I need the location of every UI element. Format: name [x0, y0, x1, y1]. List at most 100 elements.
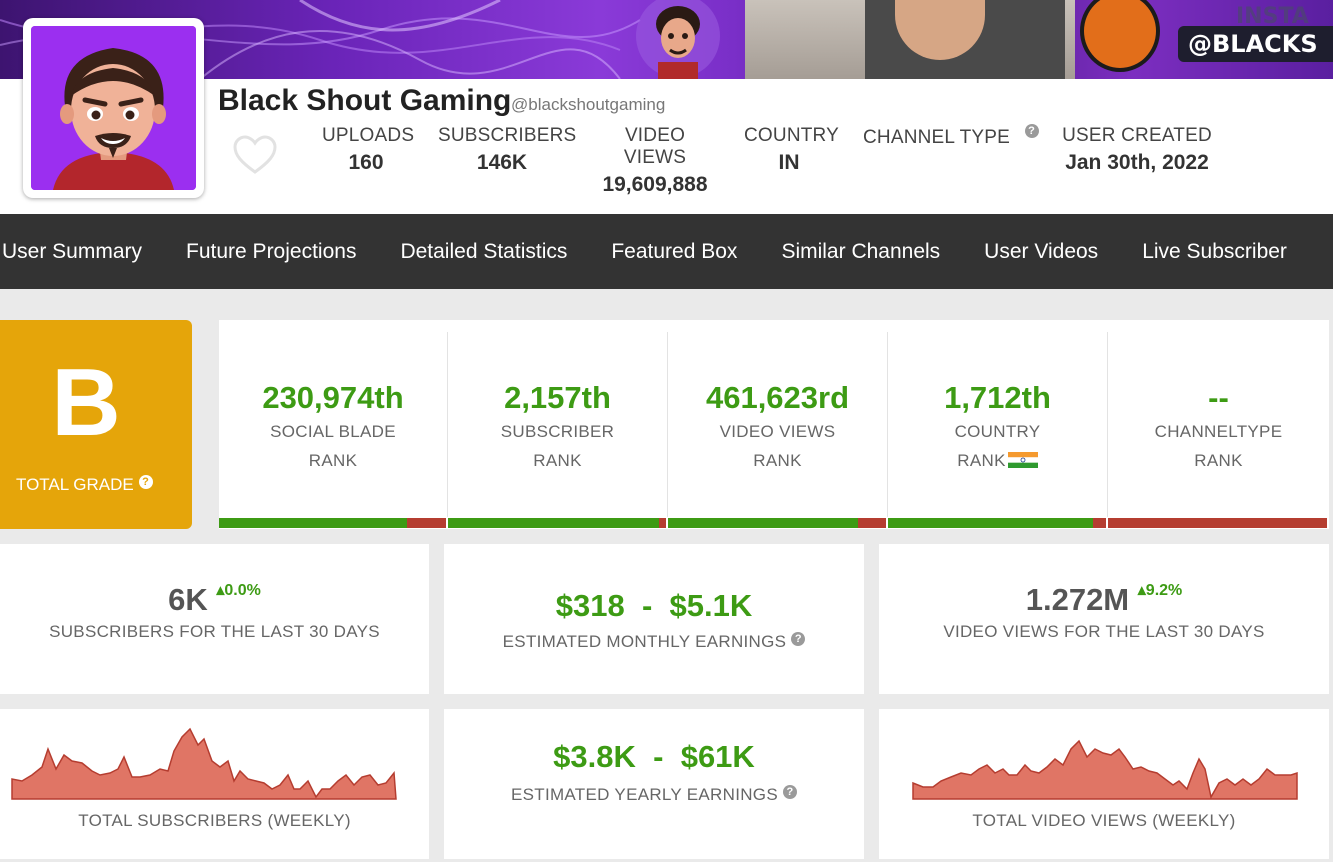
- rank-bar-fill: [448, 518, 660, 528]
- video-views-30-days-card: 1.272M ▴9.2% VIDEO VIEWS FOR THE LAST 30…: [879, 544, 1329, 694]
- stat-value: IN: [778, 151, 800, 174]
- rank-label: RANK: [533, 451, 582, 470]
- banner-handle-text: @BLACKS: [1178, 26, 1333, 62]
- rank-label: COUNTRY: [954, 422, 1041, 441]
- rank-bar: [1108, 518, 1327, 528]
- video-views-30-days-caption: VIDEO VIEWS FOR THE LAST 30 DAYS: [943, 622, 1265, 641]
- yearly-earnings-high: $61K: [680, 739, 755, 774]
- video-views-sparkline: [912, 739, 1298, 800]
- nav-detailed-statistics[interactable]: Detailed Statistics: [378, 240, 589, 264]
- metric-value-row: 6K ▴0.0%: [0, 582, 429, 618]
- arrow-up-icon: ▴: [1137, 582, 1146, 599]
- stat-value: Jan 30th, 2022: [1065, 151, 1209, 174]
- rank-bar-fill: [219, 518, 408, 528]
- total-subscribers-weekly-caption: TOTAL SUBSCRIBERS (WEEKLY): [78, 811, 351, 830]
- avatar[interactable]: [23, 18, 204, 198]
- nav-future-projections[interactable]: Future Projections: [164, 240, 378, 264]
- range-separator: -: [641, 588, 653, 623]
- rank-label: SOCIAL BLADE: [270, 422, 396, 441]
- range-separator: -: [653, 739, 664, 774]
- help-icon[interactable]: ?: [1024, 124, 1039, 138]
- rank-channel-type: -- CHANNELTYPE RANK: [1108, 332, 1329, 517]
- grade-label: TOTAL GRADE: [16, 475, 134, 494]
- help-icon[interactable]: ?: [783, 785, 797, 799]
- rank-label: RANK: [1194, 451, 1243, 470]
- main-nav: User Summary Future Projections Detailed…: [0, 214, 1333, 289]
- subscribers-30-days-card: 6K ▴0.0% SUBSCRIBERS FOR THE LAST 30 DAY…: [0, 544, 429, 694]
- video-views-30-days-value: 1.272M: [1025, 582, 1130, 617]
- stat-label: USER CREATED: [1062, 125, 1212, 146]
- rank-bar-fill: [888, 518, 1093, 528]
- total-video-views-weekly-caption: TOTAL VIDEO VIEWS (WEEKLY): [972, 811, 1236, 830]
- nav-user-summary[interactable]: User Summary: [0, 240, 164, 264]
- heart-icon[interactable]: [232, 134, 278, 176]
- rank-subscriber: 2,157th SUBSCRIBER RANK: [448, 332, 667, 517]
- nav-featured-box[interactable]: Featured Box: [589, 240, 759, 264]
- rank-bar: [668, 518, 886, 528]
- total-grade-card: B TOTAL GRADE ?: [0, 320, 192, 529]
- monthly-earnings-card: $318 - $5.1K ESTIMATED MONTHLY EARNINGS …: [444, 544, 864, 694]
- rank-social-blade: 230,974th SOCIAL BLADE RANK: [219, 332, 447, 517]
- stat-label: VIDEO VIEWS: [623, 125, 687, 168]
- stat-label: COUNTRY: [744, 125, 839, 146]
- stat-video-views: VIDEO VIEWS 19,609,888: [594, 125, 716, 197]
- avatar-image: [31, 26, 196, 190]
- monthly-earnings-high: $5.1K: [669, 588, 753, 623]
- rank-label: VIDEO VIEWS: [719, 422, 836, 441]
- stat-label: UPLOADS: [322, 125, 415, 146]
- yearly-earnings-card: $3.8K - $61K ESTIMATED YEARLY EARNINGS ?: [444, 709, 864, 859]
- rank-bar: [219, 518, 446, 528]
- metric-value-row: $3.8K - $61K: [444, 739, 864, 775]
- total-video-views-weekly-card[interactable]: TOTAL VIDEO VIEWS (WEEKLY): [879, 709, 1329, 859]
- grade-letter: B: [51, 349, 121, 456]
- caption-row: ESTIMATED MONTHLY EARNINGS ?: [444, 632, 864, 652]
- rank-label-row: RANK: [888, 447, 1107, 474]
- monthly-earnings-low: $318: [555, 588, 625, 623]
- rank-bar-fill: [668, 518, 858, 528]
- banner-avatar-image: [636, 0, 720, 79]
- rank-video-views: 461,623rd VIDEO VIEWS RANK: [668, 332, 887, 517]
- subscribers-sparkline: [11, 727, 397, 800]
- change-row: ▴0.0%: [216, 582, 261, 599]
- rank-value: 1,712th: [944, 380, 1051, 415]
- rank-value: 461,623rd: [705, 380, 850, 415]
- rank-bar: [448, 518, 666, 528]
- yearly-earnings-low: $3.8K: [553, 739, 636, 774]
- stat-channel-type: CHANNEL TYPE ?: [863, 124, 1043, 153]
- subscribers-30-days-value: 6K: [168, 582, 208, 617]
- rank-label: CHANNELTYPE: [1154, 422, 1283, 441]
- banner-person-image: [745, 0, 1075, 79]
- help-icon[interactable]: ?: [791, 632, 806, 646]
- india-flag-icon: [1007, 452, 1038, 468]
- total-subscribers-weekly-card[interactable]: TOTAL SUBSCRIBERS (WEEKLY): [0, 709, 429, 859]
- grade-label-row: TOTAL GRADE ?: [16, 475, 153, 495]
- stat-label: SUBSCRIBERS: [438, 125, 577, 146]
- stat-uploads: UPLOADS 160: [322, 125, 415, 175]
- nav-user-videos[interactable]: User Videos: [962, 240, 1120, 264]
- rank-country: 1,712th COUNTRY RANK: [888, 332, 1107, 517]
- rank-value: 230,974th: [262, 380, 404, 415]
- rank-bar: [888, 518, 1106, 528]
- rank-label: RANK: [753, 451, 802, 470]
- rank-label: SUBSCRIBER: [500, 422, 615, 441]
- nav-live-subscriber[interactable]: Live Subscriber: [1120, 240, 1309, 264]
- stat-label: CHANNEL TYPE: [863, 127, 1011, 148]
- metric-value-row: 1.272M ▴9.2%: [879, 582, 1329, 618]
- video-views-change: 9.2%: [1145, 582, 1183, 599]
- rank-label: RANK: [957, 451, 1006, 470]
- channel-handle: @blackshoutgaming: [511, 95, 666, 114]
- stat-value: 19,609,888: [602, 173, 708, 196]
- subscribers-change: 0.0%: [224, 582, 261, 599]
- stat-country: COUNTRY IN: [744, 125, 839, 175]
- caption-row: ESTIMATED YEARLY EARNINGS ?: [444, 785, 864, 805]
- nav-similar-channels[interactable]: Similar Channels: [759, 240, 962, 264]
- stat-value: 160: [348, 151, 384, 174]
- stat-value: 146K: [476, 151, 528, 174]
- stat-subscribers: SUBSCRIBERS 146K: [438, 125, 577, 175]
- rank-value: --: [1208, 380, 1229, 415]
- channel-name: Black Shout Gaming: [218, 84, 512, 117]
- rank-value: 2,157th: [504, 380, 611, 415]
- help-icon[interactable]: ?: [138, 475, 153, 489]
- yearly-earnings-caption: ESTIMATED YEARLY EARNINGS: [510, 785, 778, 804]
- monthly-earnings-caption: ESTIMATED MONTHLY EARNINGS: [502, 632, 787, 651]
